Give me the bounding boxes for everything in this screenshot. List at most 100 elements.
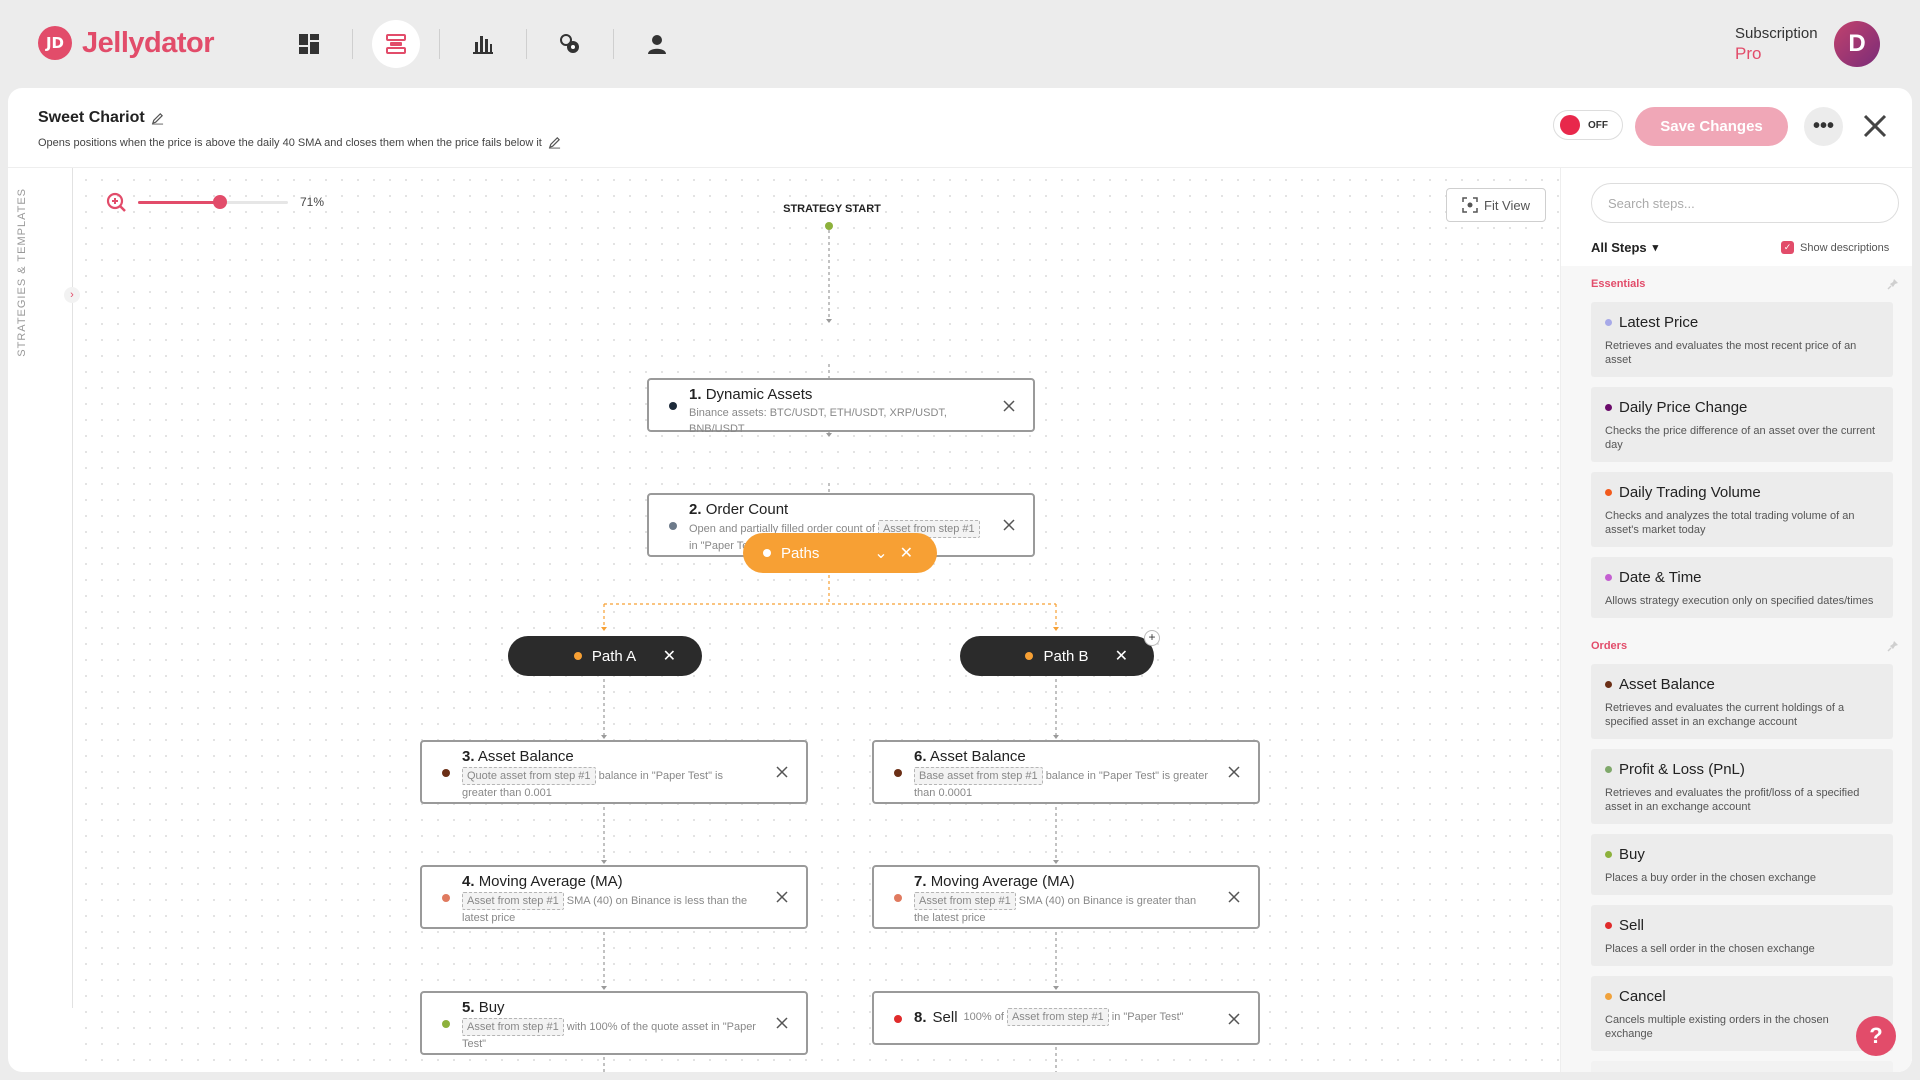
strategy-canvas[interactable]: 71% Fit View STRATEGY START 1. Dynamic A… [74, 168, 1560, 1072]
step-number: 5. [462, 999, 475, 1016]
remove-step-icon[interactable] [776, 1017, 788, 1029]
remove-path-icon[interactable]: ✕ [663, 646, 676, 666]
remove-paths-icon[interactable]: ✕ [900, 543, 913, 563]
nav-dashboard[interactable] [285, 20, 333, 68]
step-reference-chip[interactable]: Asset from step #1 [462, 892, 564, 910]
step-node-asset-balance-b[interactable]: 6. Asset Balance Base asset from step #1… [872, 740, 1260, 804]
step-node-buy[interactable]: 5. Buy Asset from step #1 with 100% of t… [420, 991, 808, 1055]
close-icon[interactable] [1860, 111, 1890, 141]
step-node-moving-average-b[interactable]: 7. Moving Average (MA) Asset from step #… [872, 865, 1260, 929]
step-number: 8. [914, 1008, 927, 1026]
step-template-card[interactable]: Buy Places a buy order in the chosen exch… [1591, 834, 1893, 895]
step-template-card[interactable]: Profit & Loss (PnL) Retrieves and evaluat… [1591, 749, 1893, 824]
step-reference-chip[interactable]: Asset from step #1 [1006, 1008, 1109, 1026]
path-b[interactable]: Path B ✕ [960, 636, 1154, 676]
nav-strategies[interactable] [372, 20, 420, 68]
step-template-name: Date & Time [1619, 569, 1702, 586]
collapse-chevron-icon[interactable]: ⌄ [874, 543, 887, 563]
remove-step-icon[interactable] [1228, 1013, 1240, 1025]
nav-analytics[interactable] [459, 20, 507, 68]
rail-label[interactable]: STRATEGIES & TEMPLATES [16, 188, 28, 357]
pin-icon[interactable] [1887, 640, 1899, 652]
nav-exchanges[interactable] [546, 20, 594, 68]
step-reference-chip[interactable]: Asset from step #1 [462, 1018, 564, 1036]
strategy-active-toggle[interactable]: OFF [1553, 110, 1623, 140]
step-node-asset-balance-a[interactable]: 3. Asset Balance Quote asset from step #… [420, 740, 808, 804]
logo-mark-icon: JD [38, 26, 72, 60]
brand-name: Jellydator [82, 26, 215, 59]
steps-filter-dropdown[interactable]: All Steps ▾ [1591, 240, 1658, 255]
step-template-description: Checks the price difference of an asset … [1605, 425, 1876, 451]
step-description: Asset from step #1 SMA (40) on Binance i… [462, 892, 756, 926]
edit-title-icon[interactable] [151, 112, 164, 125]
step-template-title: Date & Time [1605, 569, 1879, 586]
step-template-card[interactable]: Daily Trading Volume Checks and analyzes … [1591, 472, 1893, 547]
nav-divider [439, 29, 440, 59]
nav-account[interactable] [633, 20, 681, 68]
step-title-text: Moving Average (MA) [478, 873, 623, 890]
steps-panel: All Steps ▾ ✓ Show descriptions Essentia… [1560, 168, 1912, 1072]
remove-step-icon[interactable] [1228, 891, 1240, 903]
brand-logo[interactable]: JD Jellydator [38, 26, 215, 60]
step-number: 2. [689, 501, 702, 518]
step-node-dynamic-assets[interactable]: 1. Dynamic Assets Binance assets: BTC/US… [647, 378, 1035, 435]
step-reference-chip[interactable]: Asset from step #1 [914, 892, 1016, 910]
step-template-title: Sell [1605, 917, 1879, 934]
step-title-text: Order Count [705, 501, 789, 518]
step-template-name: Asset Balance [1619, 676, 1715, 693]
paths-controls: ⌄ ✕ [874, 543, 913, 563]
remove-step-icon[interactable] [1228, 766, 1240, 778]
edit-description-icon[interactable] [548, 136, 561, 149]
step-template-name: Sell [1619, 917, 1645, 934]
remove-step-icon[interactable] [1003, 400, 1015, 412]
steps-list[interactable]: Essentials Latest Price Retrieves and eval… [1561, 266, 1912, 1072]
show-descriptions-checkbox[interactable]: ✓ Show descriptions [1781, 241, 1889, 254]
step-description: 100% of Asset from step #1 in "Paper Tes… [964, 1008, 1184, 1026]
paths-group[interactable]: Paths ⌄ ✕ [743, 533, 937, 573]
step-title: 2. Order Count [689, 501, 983, 518]
path-a-label: Path A [591, 647, 637, 665]
strategy-description: Opens positions when the price is above … [38, 136, 542, 149]
step-color-dot [1605, 851, 1612, 858]
pin-icon[interactable] [1887, 278, 1899, 290]
step-node-moving-average-a[interactable]: 4. Moving Average (MA) Asset from step #… [420, 865, 808, 929]
remove-path-icon[interactable]: ✕ [1115, 646, 1128, 666]
remove-step-icon[interactable] [1003, 519, 1015, 531]
step-reference-chip[interactable]: Quote asset from step #1 [462, 767, 596, 785]
add-path-icon[interactable]: + [1144, 630, 1160, 646]
strategy-description-row: Opens positions when the price is above … [38, 136, 561, 149]
step-color-dot [1605, 574, 1612, 581]
more-options-button[interactable]: ••• [1804, 107, 1843, 146]
step-color-dot [1605, 489, 1612, 496]
step-reference-chip[interactable]: Base asset from step #1 [914, 767, 1043, 785]
step-template-card[interactable]: Date & Time Allows strategy execution onl… [1591, 557, 1893, 618]
step-template-card[interactable]: Cancel Cancels multiple existing orders i… [1591, 976, 1893, 1051]
step-template-name: Daily Price Change [1619, 399, 1748, 416]
step-template-title: Cancel [1605, 988, 1879, 1005]
subscription-info[interactable]: Subscription Pro [1735, 25, 1818, 64]
step-template-card[interactable]: Daily Price Change Checks the price diffe… [1591, 387, 1893, 462]
remove-step-icon[interactable] [776, 891, 788, 903]
step-template-title: Asset Balance [1605, 676, 1879, 693]
step-title-text: Dynamic Assets [705, 386, 813, 403]
step-description: Asset from step #1 SMA (40) on Binance i… [914, 892, 1208, 926]
step-node-sell[interactable]: 8. Sell 100% of Asset from step #1 in "P… [872, 991, 1260, 1045]
step-color-dot [1605, 766, 1612, 773]
flow-connectors [601, 230, 1059, 1072]
section-label: Orders [1591, 640, 1628, 652]
step-template-card[interactable]: Latest Price Retrieves and evaluates the … [1591, 302, 1893, 377]
remove-step-icon[interactable] [776, 766, 788, 778]
help-button[interactable]: ? [1856, 1016, 1896, 1056]
step-template-card[interactable]: Sell Places a sell order in the chosen ex… [1591, 905, 1893, 966]
chevron-down-icon: ▾ [1652, 242, 1659, 254]
step-template-name: Buy [1619, 846, 1645, 863]
path-a[interactable]: Path A ✕ [508, 636, 702, 676]
step-template-card[interactable]: Asset Balance Retrieves and evaluates the… [1591, 664, 1893, 739]
step-template-description: Checks and analyzes the total trading vo… [1605, 510, 1855, 536]
avatar[interactable]: D [1834, 21, 1880, 67]
save-changes-button[interactable]: Save Changes [1635, 107, 1788, 146]
step-title: 1. Dynamic Assets [689, 386, 983, 403]
step-template-name: Latest Price [1619, 314, 1699, 331]
step-template-card[interactable]: Last Order Price [1591, 1061, 1893, 1072]
search-steps-input[interactable] [1591, 183, 1899, 223]
